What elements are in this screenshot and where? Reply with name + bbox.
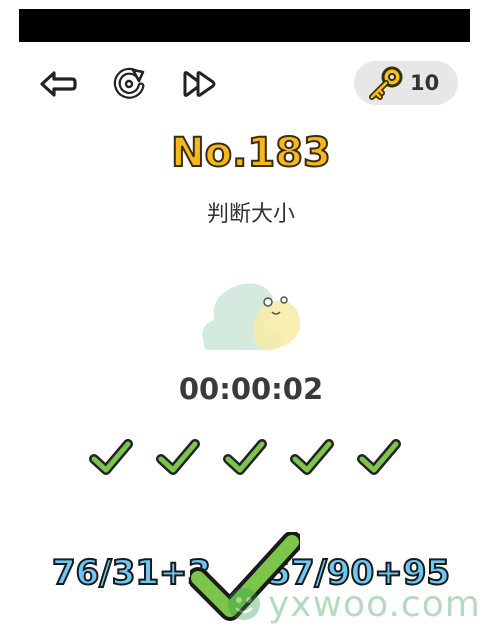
checkmark-icon [223,439,267,475]
checkmark-icon [357,439,401,475]
key-icon [369,66,403,100]
level-title: 判断大小 [206,202,295,227]
restart-icon [113,67,145,99]
checkmark-icon [290,439,334,475]
redacted-status-bar [19,9,470,42]
watermark-logo-icon [228,588,260,620]
progress-checks [89,437,409,481]
watermark-text: yxwoo.com [268,583,481,625]
timer: 00:00:02 [178,372,324,406]
fast-forward-icon [183,71,216,97]
game-screen: 10 No.183 判断大小 00:00:02 76/31+3 57/90+95 … [0,0,502,631]
back-arrow-icon [40,71,77,97]
level-number: No.183 [170,129,332,177]
mascot-snail-icon [202,283,301,351]
checkmark-icon [156,439,200,475]
checkmark-icon [89,439,133,475]
hint-count: 10 [410,71,440,95]
watermark: yxwoo.com [226,580,481,628]
restart-button[interactable] [107,62,151,106]
hint-key-counter[interactable]: 10 [354,61,458,105]
left-expression: 76/31+3 [51,552,212,594]
skip-button[interactable] [178,62,222,106]
back-button[interactable] [36,62,80,106]
